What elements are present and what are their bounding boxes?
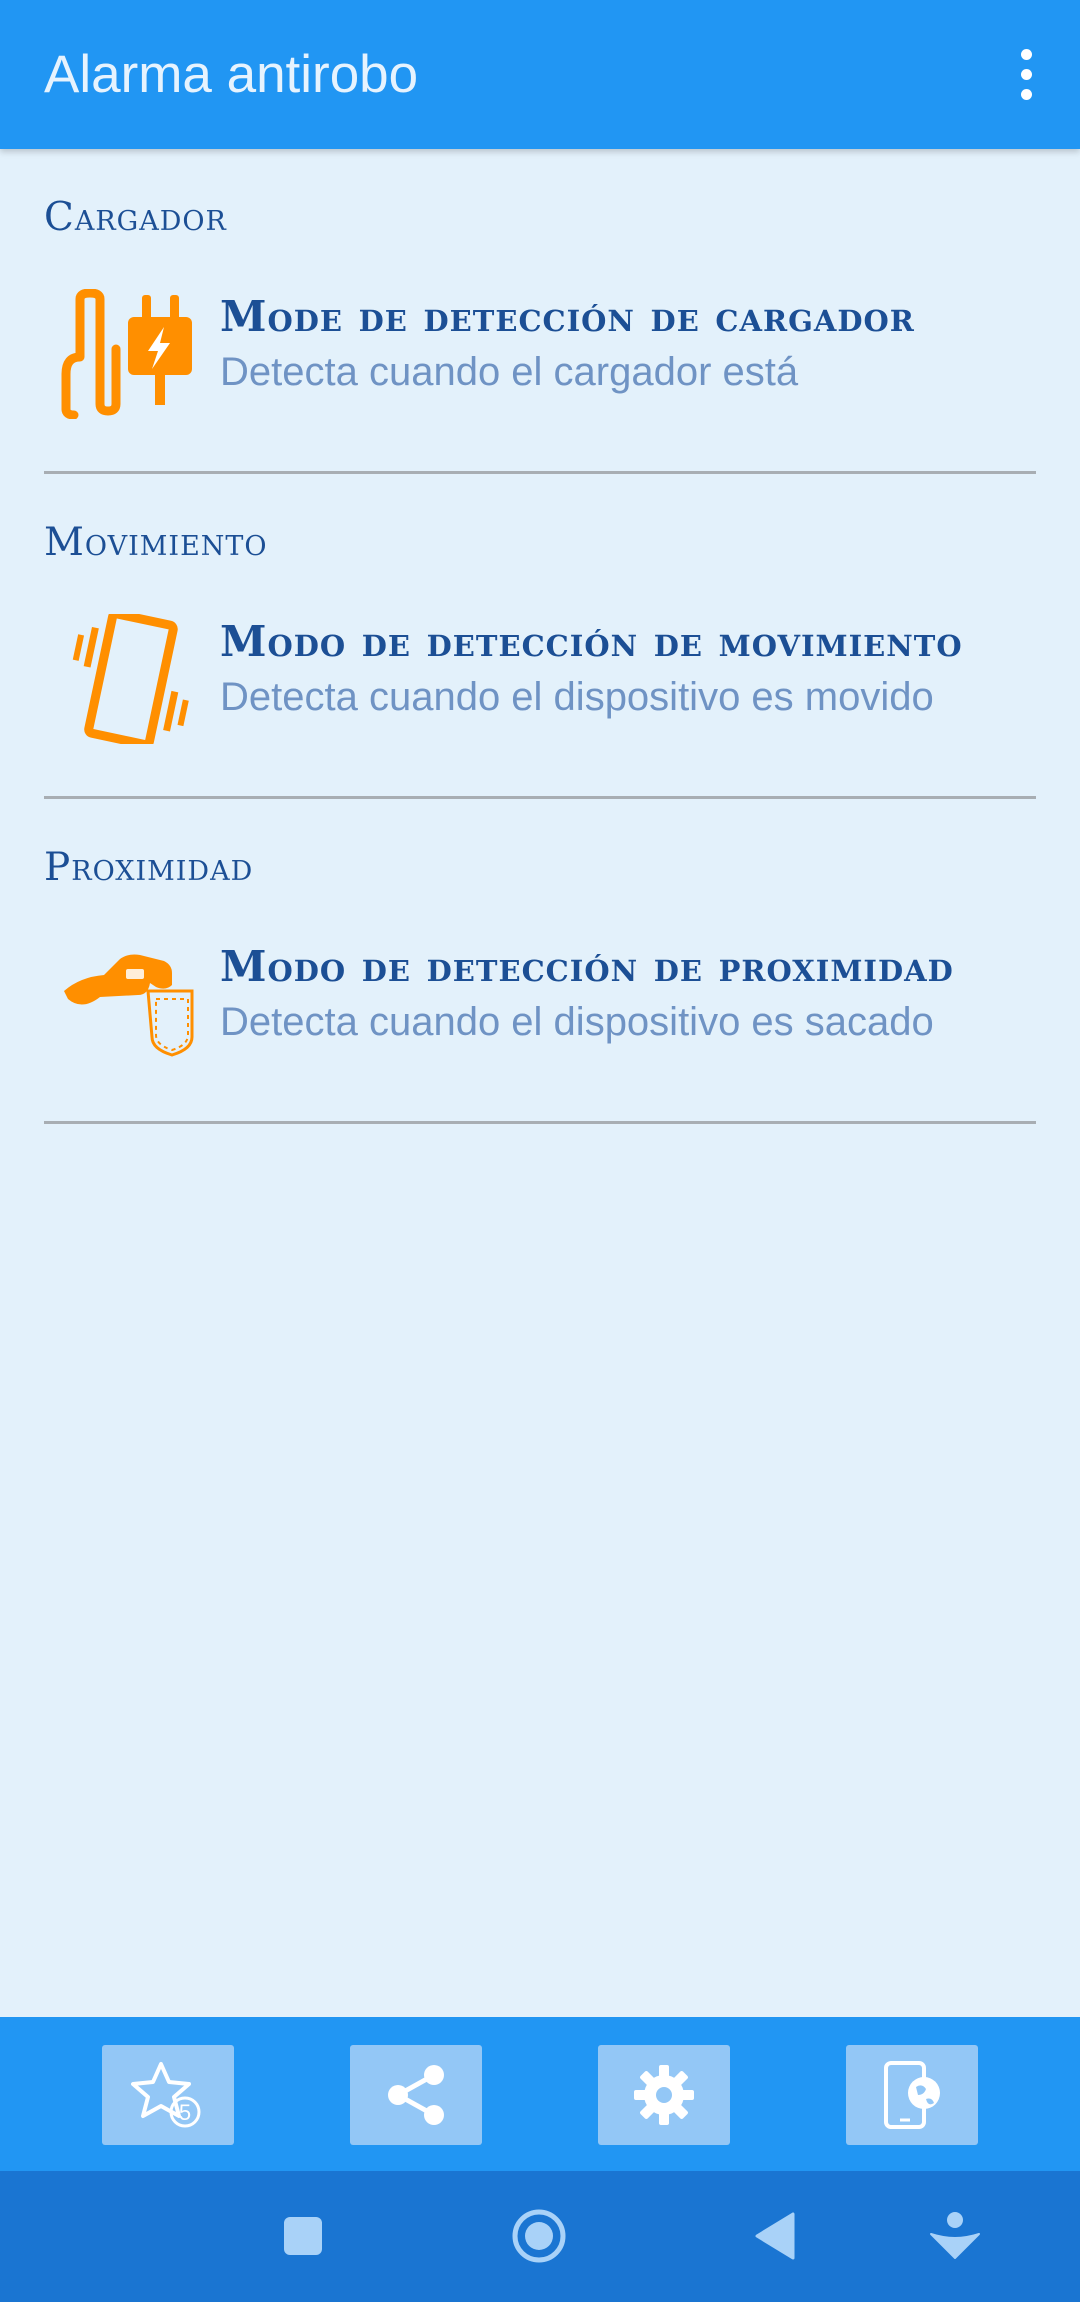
- item-title: Mode de detección de cargador: [220, 292, 915, 341]
- proximity-detection-item[interactable]: Modo de detección de proximidad Detecta …: [0, 939, 1080, 1089]
- section-header: Proximidad: [44, 845, 254, 890]
- gear-icon: [634, 2065, 694, 2125]
- charger-plug-icon: [61, 289, 192, 419]
- settings-list: Cargador Mode de detección de cargador D…: [0, 149, 1080, 1124]
- item-subtitle: Detecta cuando el dispositivo es movido: [220, 675, 934, 719]
- section-header: Movimiento: [44, 520, 268, 565]
- app-bar: Alarma antirobo: [0, 0, 1080, 149]
- other-apps-button[interactable]: [846, 2045, 978, 2145]
- app-title: Alarma antirobo: [44, 45, 419, 104]
- divider: [44, 1121, 1036, 1124]
- more-vert-dot: [1020, 68, 1032, 80]
- item-subtitle: Detecta cuando el dispositivo es sacado: [220, 1000, 934, 1044]
- section-charger: Cargador Mode de detección de cargador D…: [0, 149, 1080, 474]
- item-title: Modo de detección de proximidad: [220, 942, 954, 991]
- settings-button[interactable]: [598, 2045, 730, 2145]
- system-navigation-bar: [0, 2171, 1080, 2302]
- item-subtitle: Detecta cuando el cargador está: [220, 350, 799, 394]
- back-button[interactable]: [730, 2191, 820, 2281]
- item-title: Modo de detección de movimiento: [220, 617, 963, 666]
- rate-star-icon: 5: [131, 2062, 201, 2128]
- home-button[interactable]: [494, 2191, 584, 2281]
- rate-badge: 5: [179, 2100, 191, 2125]
- charger-detection-item[interactable]: Mode de detección de cargador Detecta cu…: [0, 289, 1080, 439]
- home-circle-icon: [512, 2209, 566, 2263]
- share-icon: [388, 2065, 444, 2125]
- share-button[interactable]: [350, 2045, 482, 2145]
- phone-globe-icon: [884, 2061, 940, 2129]
- rate-button[interactable]: 5: [102, 2045, 234, 2145]
- recents-square-icon: [284, 2217, 322, 2255]
- section-motion: Movimiento Modo de detección de movimien…: [0, 474, 1080, 799]
- bottom-action-bar: 5: [0, 2017, 1080, 2171]
- phone-vibrate-icon: [72, 614, 189, 744]
- more-vert-icon: [1020, 48, 1032, 60]
- motion-detection-item[interactable]: Modo de detección de movimiento Detecta …: [0, 614, 1080, 764]
- section-header: Cargador: [44, 195, 227, 240]
- more-options-button[interactable]: [990, 36, 1062, 112]
- recents-button[interactable]: [258, 2191, 348, 2281]
- back-triangle-icon: [755, 2212, 795, 2260]
- assistant-button[interactable]: [910, 2191, 1000, 2281]
- more-vert-dot: [1020, 88, 1032, 100]
- hand-pocket-icon: [64, 954, 194, 1057]
- section-proximity: Proximidad Modo de detección de proximid…: [0, 799, 1080, 1124]
- assistant-icon: [930, 2212, 980, 2259]
